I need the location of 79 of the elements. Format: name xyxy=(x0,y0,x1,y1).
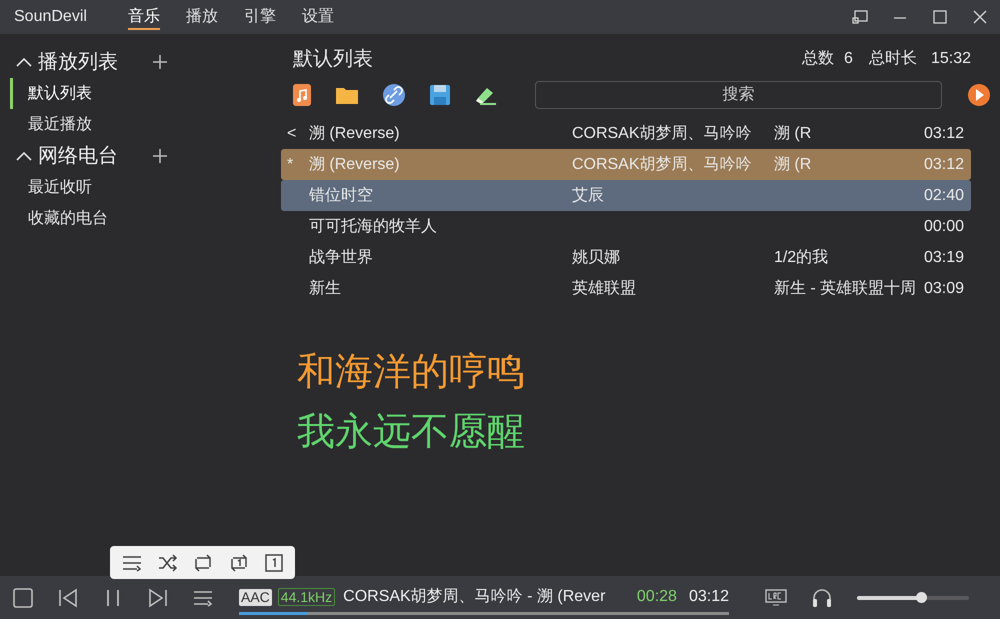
lyric-line: 和海洋的哼鸣 xyxy=(296,348,526,394)
playlist-row[interactable]: < 溯 (Reverse) CORSAK胡梦周、马吟吟 溯 (R 03:12 xyxy=(280,118,971,149)
album-name: 新生 - 英雄联盟十周 xyxy=(774,278,918,298)
song-title: 可可托海的牧羊人 xyxy=(308,216,438,236)
link-icon[interactable] xyxy=(382,83,406,107)
add-music-file-icon[interactable] xyxy=(292,83,312,107)
song-title: 溯 (Reverse) xyxy=(308,154,401,174)
playlist-row[interactable]: 错位时空 艾辰 02:40 xyxy=(280,180,971,211)
menu-tab[interactable]: 播放 xyxy=(186,4,218,30)
song-duration: 03:12 xyxy=(924,124,965,144)
duration-label: 总时长 xyxy=(868,48,917,69)
count-value: 6 xyxy=(844,49,853,69)
song-duration: 02:40 xyxy=(924,186,965,206)
playlist-title: 默认列表 xyxy=(292,47,373,72)
format-badge: AAC xyxy=(239,588,272,606)
add-icon[interactable] xyxy=(152,54,168,70)
sequential-icon[interactable] xyxy=(122,554,142,572)
playlist-row[interactable]: 新生 英雄联盟 新生 - 英雄联盟十周 03:09 xyxy=(280,273,971,304)
sidebar-item[interactable]: 最近播放 xyxy=(10,109,281,140)
next-icon[interactable] xyxy=(148,588,168,608)
row-marker: < xyxy=(286,124,298,144)
collapse-icon[interactable] xyxy=(16,57,32,67)
menu-tab[interactable]: 音乐 xyxy=(128,4,160,30)
row-marker: * xyxy=(286,154,294,174)
eraser-icon[interactable] xyxy=(474,85,498,105)
add-icon[interactable] xyxy=(152,148,168,164)
lyric-line: 我永远不愿醒 xyxy=(296,408,526,454)
sidebar-item[interactable]: 最近收听 xyxy=(10,172,281,203)
collapse-icon[interactable] xyxy=(16,151,32,161)
total-time: 03:12 xyxy=(688,587,729,607)
section-title[interactable]: 播放列表 xyxy=(38,47,118,77)
artist-name: 姚贝娜 xyxy=(572,248,621,268)
album-name: 1/2的我 xyxy=(774,248,830,268)
maximize-icon[interactable] xyxy=(932,10,948,24)
elapsed-time: 00:28 xyxy=(636,587,677,607)
mini-mode-icon[interactable] xyxy=(852,10,868,24)
section-title[interactable]: 网络电台 xyxy=(38,141,118,171)
lyrics-icon[interactable] xyxy=(765,588,787,606)
search-field[interactable]: 搜索 xyxy=(534,81,942,109)
song-title: 错位时空 xyxy=(308,186,374,206)
artist-name: 艾辰 xyxy=(572,186,605,206)
song-title: 溯 (Reverse) xyxy=(308,124,401,144)
volume-thumb[interactable] xyxy=(916,592,927,603)
playlist-row[interactable]: 可可托海的牧羊人 00:00 xyxy=(280,211,971,242)
artist-name: 英雄联盟 xyxy=(572,278,637,298)
play-mode-icon[interactable] xyxy=(193,588,213,606)
song-title: 战争世界 xyxy=(308,248,374,268)
headphones-icon[interactable] xyxy=(811,588,833,608)
previous-icon[interactable] xyxy=(58,588,78,608)
album-name: 溯 (R xyxy=(774,154,812,174)
sidebar-item[interactable]: 默认列表 xyxy=(10,78,281,109)
repeat-icon[interactable] xyxy=(193,554,214,572)
menu-tab[interactable]: 引擎 xyxy=(244,4,276,30)
sample-rate-badge: 44.1kHz xyxy=(278,588,336,606)
duration-value: 15:32 xyxy=(930,49,971,69)
song-duration: 00:00 xyxy=(924,216,965,236)
folder-icon[interactable] xyxy=(334,85,359,105)
song-duration: 03:19 xyxy=(924,248,965,268)
playlist-row[interactable]: 战争世界 姚贝娜 1/2的我 03:19 xyxy=(280,242,971,273)
repeat-one-icon[interactable] xyxy=(229,554,250,572)
artist-name: CORSAK胡梦周、马吟吟 xyxy=(572,124,753,144)
menu-tab[interactable]: 设置 xyxy=(302,4,334,30)
play-icon[interactable] xyxy=(967,83,991,107)
close-icon[interactable] xyxy=(972,10,988,24)
progress-track[interactable] xyxy=(239,612,729,615)
volume-slider[interactable] xyxy=(857,592,969,604)
artist-name: CORSAK胡梦周、马吟吟 xyxy=(572,154,753,174)
shuffle-icon[interactable] xyxy=(158,554,178,572)
app-name: SounDevil xyxy=(14,7,88,27)
now-playing-text: CORSAK胡梦周、马吟吟 - 溯 (Rever xyxy=(343,586,606,607)
song-duration: 03:09 xyxy=(924,278,965,298)
album-name: 溯 (R xyxy=(774,124,812,144)
song-title: 新生 xyxy=(308,278,342,298)
save-icon[interactable] xyxy=(428,84,451,106)
sidebar-item[interactable]: 收藏的电台 xyxy=(10,203,281,234)
song-duration: 03:12 xyxy=(924,154,965,174)
count-label: 总数 xyxy=(802,49,834,69)
stop-icon[interactable] xyxy=(13,588,33,608)
single-play-icon[interactable] xyxy=(265,554,284,572)
